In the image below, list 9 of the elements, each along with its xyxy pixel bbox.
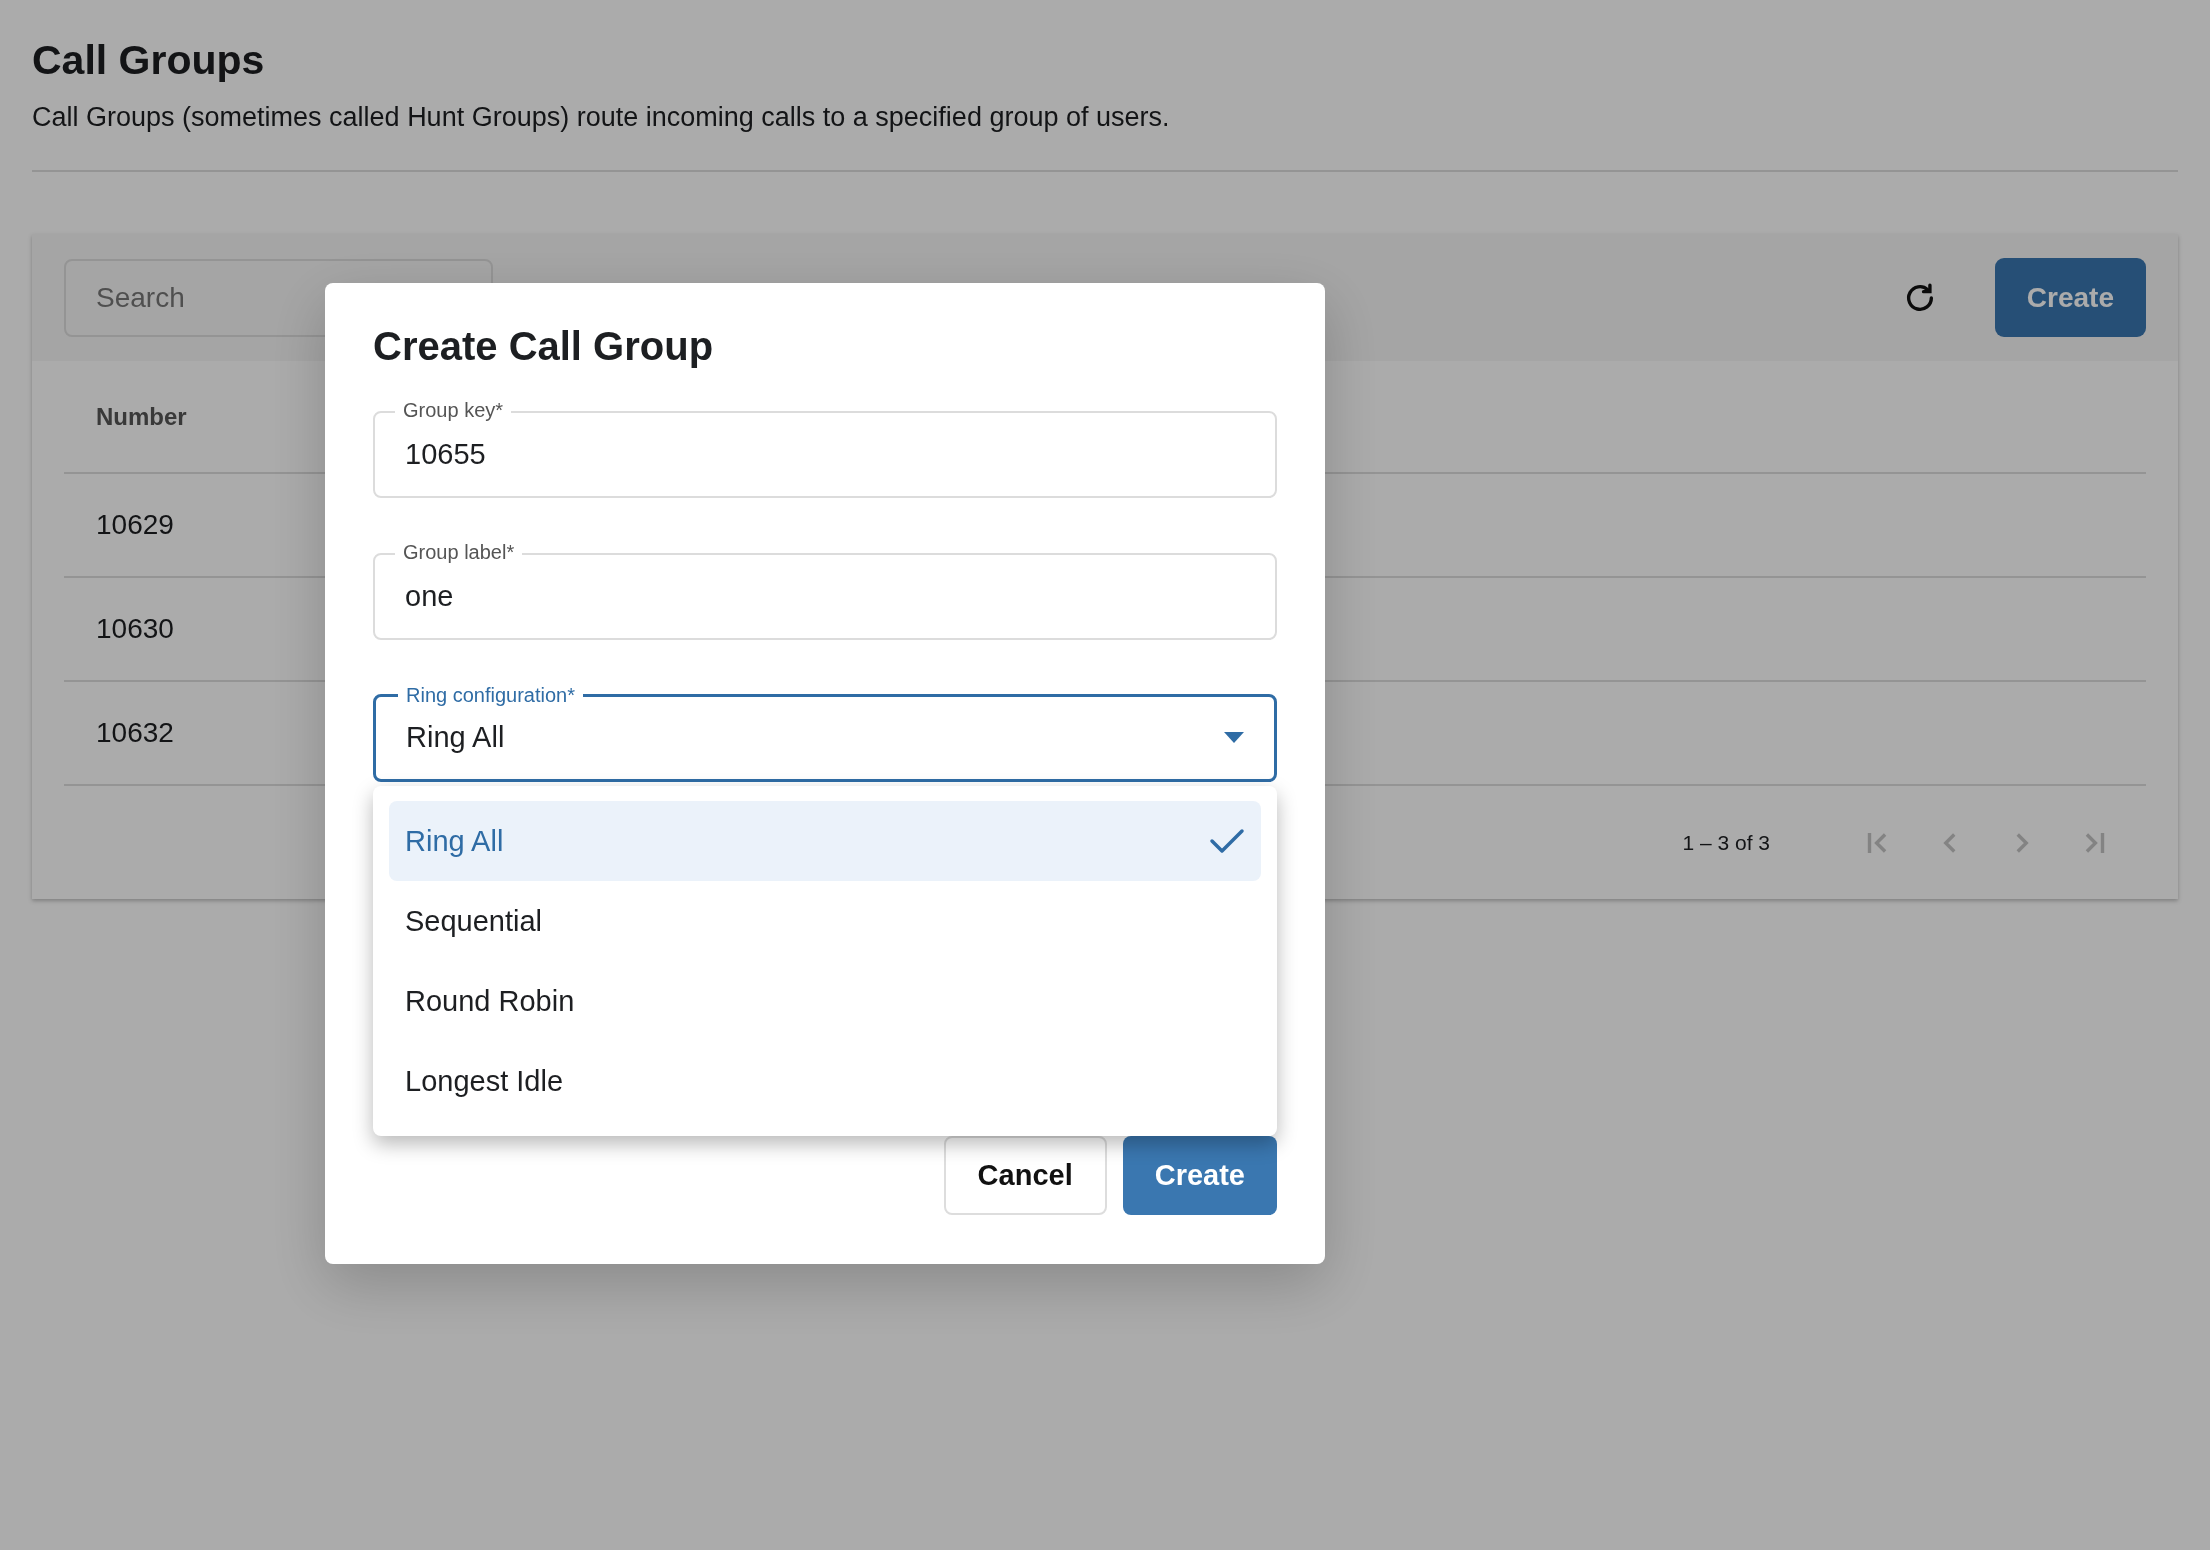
column-header: Number bbox=[96, 402, 187, 431]
select-value: Ring All bbox=[406, 720, 506, 754]
table-cell: 10629 bbox=[96, 509, 174, 541]
page-description: Call Groups (sometimes called Hunt Groups) route incoming calls to a specified group of users. bbox=[32, 101, 1171, 134]
table-cell: 10630 bbox=[96, 613, 174, 645]
page-title: Call Groups bbox=[32, 36, 266, 84]
table-cell: 10632 bbox=[96, 717, 174, 749]
pagination-range: 1 – 3 of 3 bbox=[1682, 830, 1770, 855]
field-label: Ring configuration* bbox=[405, 683, 576, 707]
